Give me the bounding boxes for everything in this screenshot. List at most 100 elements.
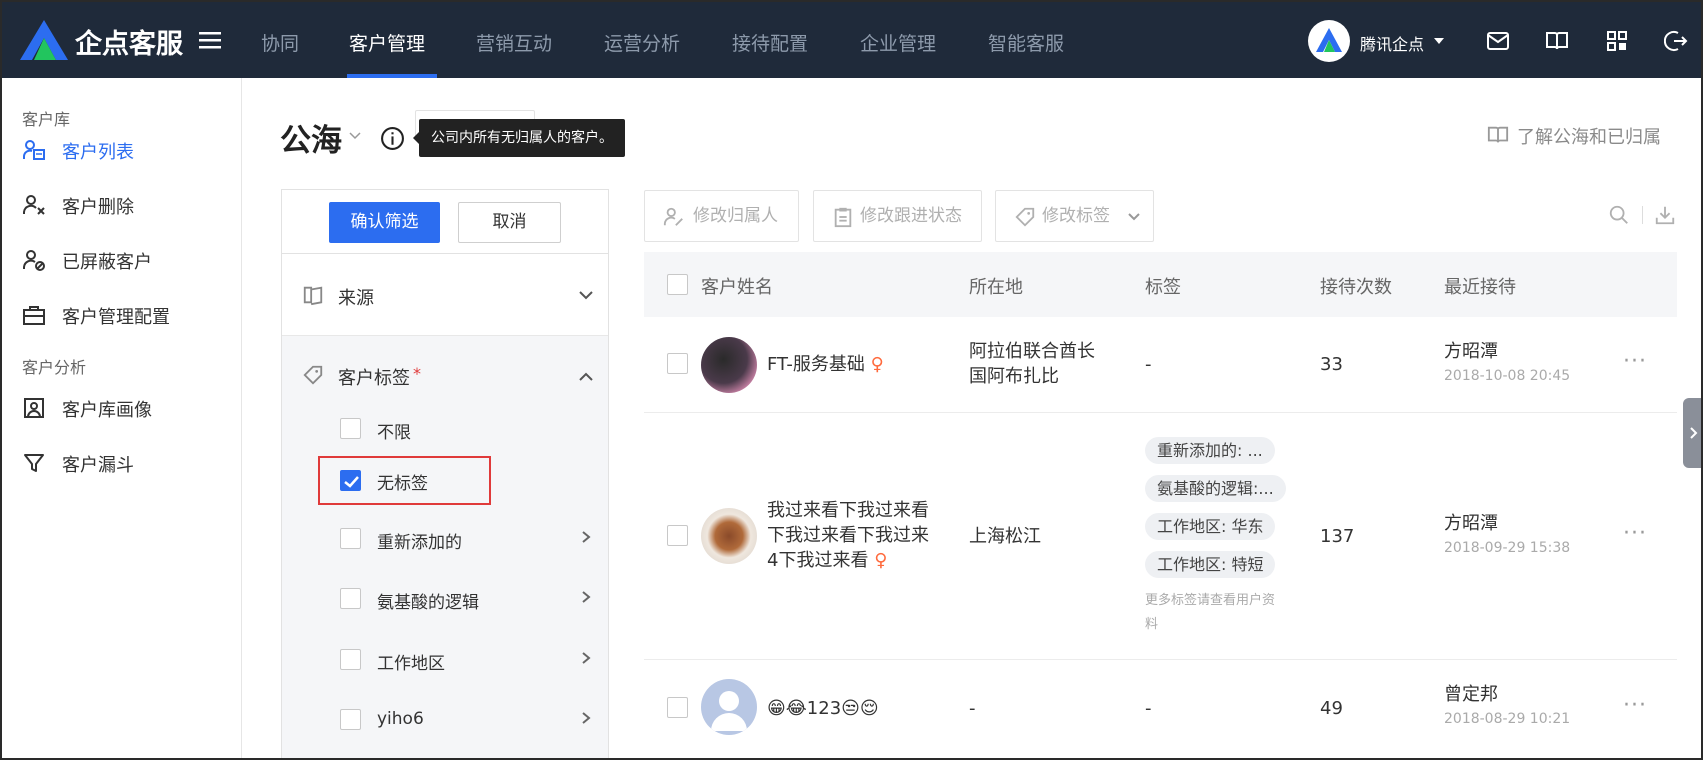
column-header[interactable]: 接待次数 — [1320, 273, 1392, 299]
menu-icon[interactable] — [199, 30, 221, 50]
option-checkbox[interactable] — [340, 588, 361, 609]
more-actions-button[interactable]: ··· — [1623, 349, 1647, 374]
sidebar-item-label: 客户库画像 — [62, 400, 152, 421]
confirm-filter-button[interactable]: 确认筛选 — [329, 202, 440, 243]
page-title: 公海 — [280, 123, 342, 159]
tag-pill[interactable]: 氨基酸的逻辑:... — [1145, 475, 1286, 502]
reception-time: 2018-10-08 20:45 — [1444, 368, 1571, 384]
nav-collab[interactable]: 协同 — [261, 29, 299, 56]
tag-pill[interactable]: 工作地区: 特短 — [1145, 551, 1276, 578]
nav-marketing[interactable]: 营销互动 — [476, 29, 552, 56]
option-label: 无标签 — [377, 474, 428, 494]
sidebar-item-label: 客户管理配置 — [62, 307, 170, 328]
nav-customer-mgmt[interactable]: 客户管理 — [349, 29, 425, 56]
change-owner-button[interactable]: 修改归属人 — [644, 190, 799, 242]
table-row[interactable]: FT-服务基础 ♀ 阿拉伯联合酋长 国阿布扎比 - 33 方昭潭 2018-10… — [644, 317, 1677, 413]
info-icon[interactable] — [380, 126, 405, 151]
caret-down-icon[interactable] — [1434, 38, 1444, 44]
table-row[interactable]: 我过来看下我过来看 下我过来看下我过来 4下我过来看 ♀ 上海松江 重新添加的:… — [644, 413, 1677, 660]
top-navbar: 企点客服 协同 客户管理 营销互动 运营分析 接待配置 企业管理 智能客服 腾讯… — [2, 2, 1701, 78]
check-icon — [344, 476, 359, 488]
row-checkbox[interactable] — [667, 697, 688, 718]
reception-count: 49 — [1320, 698, 1343, 719]
column-header[interactable]: 最近接待 — [1444, 273, 1516, 299]
option-checkbox[interactable] — [340, 649, 361, 670]
female-icon: ♀ — [874, 550, 888, 571]
row-checkbox[interactable] — [667, 353, 688, 374]
option-checkbox[interactable] — [340, 528, 361, 549]
sidebar-item-mgmt-config[interactable]: 客户管理配置 — [22, 301, 232, 329]
table-row[interactable]: 😁😂123😒😌 - - 49 曾定邦 2018-08-29 10:21 ··· — [644, 660, 1677, 758]
tag-pill[interactable]: 重新添加的: ... — [1145, 437, 1275, 464]
chevron-right-icon[interactable] — [580, 652, 592, 664]
filter-panel: 确认筛选 取消 来源 客户标签 * 不限 无标签 重新添加的 氨基酸的逻辑 工作… — [281, 189, 609, 758]
sidebar: 客户库 客户列表 客户删除 已屏蔽客户 客户管理配置 客户分析 客户库画像 客户… — [2, 78, 242, 758]
company-name[interactable]: 腾讯企点 — [1360, 31, 1424, 55]
sidebar-item-customer-delete[interactable]: 客户删除 — [22, 191, 232, 219]
customer-name[interactable]: FT-服务基础 ♀ — [767, 352, 884, 377]
customer-name-line: 4下我过来看 — [767, 550, 869, 571]
side-panel-handle[interactable] — [1683, 398, 1701, 468]
download-icon[interactable] — [1654, 204, 1676, 226]
nav-reception-config[interactable]: 接待配置 — [732, 29, 808, 56]
cancel-button[interactable]: 取消 — [458, 202, 561, 243]
filter-tags-section: 客户标签 * 不限 无标签 重新添加的 氨基酸的逻辑 工作地区 yiho6 — [282, 336, 608, 758]
company-avatar[interactable] — [1308, 20, 1350, 62]
customer-name[interactable]: 😁😂123😒😌 — [767, 696, 879, 721]
sidebar-group-library: 客户库 — [22, 110, 71, 129]
logout-icon[interactable] — [1664, 29, 1688, 53]
option-checkbox[interactable] — [340, 709, 361, 730]
last-reception: 方昭潭 2018-10-08 20:45 — [1444, 339, 1570, 389]
avatar[interactable] — [701, 679, 757, 735]
default-avatar-icon — [711, 691, 747, 731]
chevron-right-icon[interactable] — [580, 591, 592, 603]
contacts-icon — [23, 140, 45, 160]
change-tags-label: 修改标签 — [1042, 206, 1110, 226]
app-window: 企点客服 协同 客户管理 营销互动 运营分析 接待配置 企业管理 智能客服 腾讯… — [0, 0, 1703, 760]
apps-grid-icon[interactable] — [1605, 29, 1629, 53]
change-status-button[interactable]: 修改跟进状态 — [813, 190, 982, 242]
more-actions-button[interactable]: ··· — [1623, 693, 1647, 718]
reception-count: 137 — [1320, 526, 1355, 547]
tag-icon — [1015, 207, 1035, 227]
mail-icon[interactable] — [1486, 29, 1510, 53]
search-icon[interactable] — [1608, 204, 1630, 226]
sidebar-item-portrait[interactable]: 客户库画像 — [22, 394, 232, 422]
female-icon: ♀ — [870, 354, 884, 375]
last-reception: 曾定邦 2018-08-29 10:21 — [1444, 682, 1570, 732]
clipboard-icon — [834, 207, 852, 228]
nav-analytics[interactable]: 运营分析 — [604, 29, 680, 56]
reception-time: 2018-08-29 10:21 — [1444, 711, 1571, 727]
agent-name: 方昭潭 — [1444, 513, 1498, 534]
option-checkbox[interactable] — [340, 418, 361, 439]
select-all-checkbox[interactable] — [667, 274, 688, 295]
source-book-icon — [303, 286, 323, 306]
chevron-right-icon[interactable] — [580, 712, 592, 724]
avatar[interactable] — [701, 337, 757, 393]
tag-pill[interactable]: 工作地区: 华东 — [1145, 513, 1276, 540]
filter-source-section[interactable]: 来源 — [282, 254, 608, 336]
sidebar-item-funnel[interactable]: 客户漏斗 — [22, 449, 232, 477]
sidebar-item-blocked[interactable]: 已屏蔽客户 — [22, 246, 232, 274]
change-tags-button[interactable]: 修改标签 — [995, 190, 1154, 242]
tags-cell: - — [1145, 354, 1152, 375]
chevron-down-icon[interactable] — [349, 132, 361, 140]
location-line: 国阿布扎比 — [969, 366, 1059, 387]
option-label: 重新添加的 — [377, 533, 462, 553]
book-icon[interactable] — [1545, 29, 1569, 53]
more-tags-hint: 更多标签请查看用户资 料 — [1145, 589, 1275, 637]
learn-link[interactable]: 了解公海和已归属 — [1517, 123, 1661, 149]
more-actions-button[interactable]: ··· — [1623, 521, 1647, 546]
user-edit-icon — [663, 207, 683, 226]
nav-ai-service[interactable]: 智能客服 — [988, 29, 1064, 56]
sidebar-item-customer-list[interactable]: 客户列表 — [22, 136, 232, 164]
location-line: 阿拉伯联合酋长 — [969, 341, 1095, 362]
chevron-right-icon[interactable] — [580, 531, 592, 543]
row-checkbox[interactable] — [667, 525, 688, 546]
customer-name[interactable]: 我过来看下我过来看 下我过来看下我过来 4下我过来看 ♀ — [767, 498, 929, 573]
option-checkbox-checked[interactable] — [340, 470, 361, 491]
avatar[interactable] — [701, 508, 757, 564]
chevron-up-icon[interactable] — [579, 372, 593, 381]
filter-tags-label[interactable]: 客户标签 — [338, 364, 410, 390]
nav-enterprise[interactable]: 企业管理 — [860, 29, 936, 56]
